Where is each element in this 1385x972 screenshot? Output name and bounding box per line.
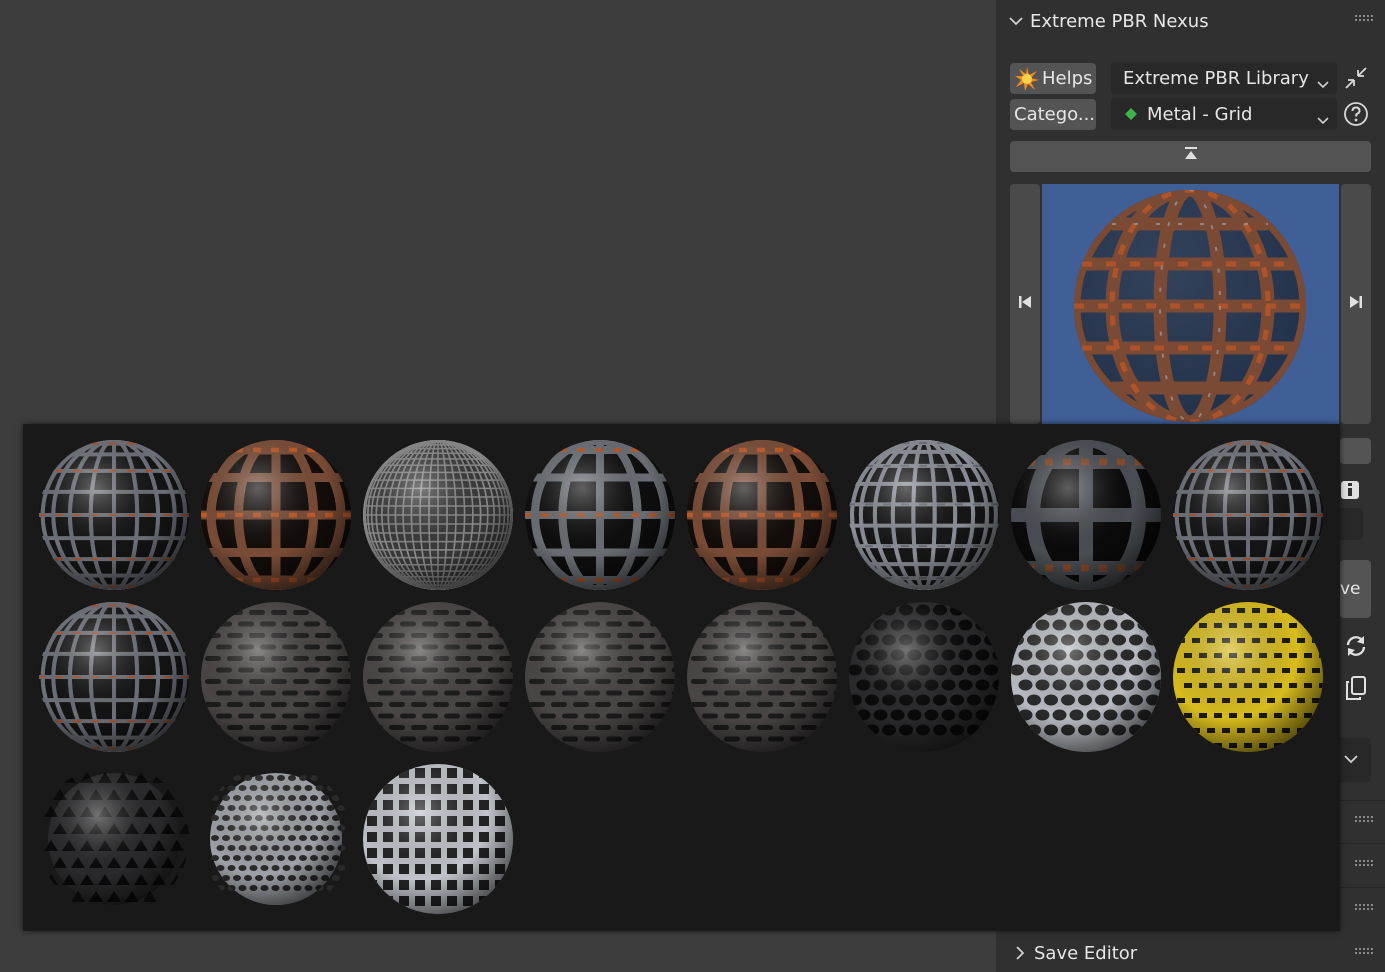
chevron-right-icon xyxy=(1012,945,1028,961)
skip-next-icon xyxy=(1348,294,1364,314)
chevron-down-icon[interactable] xyxy=(1008,13,1024,29)
material-thumbnail[interactable] xyxy=(1171,438,1325,592)
material-thumbnail[interactable] xyxy=(37,762,191,916)
chevron-down-icon xyxy=(1317,109,1329,125)
material-thumbnail[interactable] xyxy=(685,438,839,592)
material-thumbnail[interactable] xyxy=(1009,600,1163,754)
material-thumbnail[interactable] xyxy=(1171,600,1325,754)
next-button[interactable] xyxy=(1341,184,1371,424)
hidden-row-button[interactable] xyxy=(1340,438,1371,464)
category-dropdown[interactable]: Metal - Grid xyxy=(1111,98,1337,130)
drag-grip-icon[interactable] xyxy=(1355,948,1375,958)
material-thumbnail[interactable] xyxy=(1009,438,1163,592)
preview-area xyxy=(1010,184,1371,424)
help-circle-icon[interactable] xyxy=(1342,100,1370,128)
material-thumbnail[interactable] xyxy=(523,600,677,754)
panel-header[interactable]: Extreme PBR Nexus xyxy=(996,0,1385,42)
material-thumbnail[interactable] xyxy=(847,600,1001,754)
material-thumbnail[interactable] xyxy=(361,762,515,916)
material-thumbnail[interactable] xyxy=(361,600,515,754)
helps-button[interactable]: Helps xyxy=(1010,63,1096,94)
chevron-down-icon xyxy=(1317,73,1329,89)
category-label: Catego... xyxy=(1014,104,1096,125)
library-dropdown[interactable]: Extreme PBR Library xyxy=(1111,62,1337,94)
panel-title: Extreme PBR Nexus xyxy=(1030,10,1209,32)
drag-grip-icon[interactable] xyxy=(1355,860,1375,870)
material-thumbnail[interactable] xyxy=(685,600,839,754)
hidden-action-label: ve xyxy=(1340,579,1361,599)
library-value: Extreme PBR Library xyxy=(1123,67,1309,89)
material-thumbnail[interactable] xyxy=(37,438,191,592)
material-thumbnail[interactable] xyxy=(199,438,353,592)
diamond-icon xyxy=(1123,106,1139,122)
save-editor-title: Save Editor xyxy=(1034,942,1138,964)
previous-button[interactable] xyxy=(1010,184,1040,424)
collapse-arrows-icon[interactable] xyxy=(1342,64,1370,92)
category-value: Metal - Grid xyxy=(1147,103,1253,125)
spark-icon xyxy=(1014,66,1040,92)
skip-previous-icon xyxy=(1017,294,1033,314)
material-thumbnail[interactable] xyxy=(199,600,353,754)
scroll-top-button[interactable] xyxy=(1010,141,1371,172)
info-icon[interactable] xyxy=(1340,478,1362,502)
copy-icon[interactable] xyxy=(1342,674,1370,702)
material-thumbnail-popup xyxy=(23,424,1340,931)
hidden-dropdown[interactable] xyxy=(1340,738,1371,782)
material-thumbnail[interactable] xyxy=(523,438,677,592)
material-thumbnail[interactable] xyxy=(199,762,353,916)
arrow-to-top-icon xyxy=(1184,146,1198,167)
helps-label: Helps xyxy=(1042,68,1093,89)
hidden-action-button[interactable]: ve xyxy=(1340,560,1371,618)
drag-grip-icon[interactable] xyxy=(1355,816,1375,826)
save-editor-header[interactable]: Save Editor xyxy=(996,934,1385,972)
drag-grip-icon[interactable] xyxy=(1355,15,1375,25)
material-thumbnail[interactable] xyxy=(847,438,1001,592)
category-button[interactable]: Catego... xyxy=(1010,99,1096,130)
material-thumbnail[interactable] xyxy=(361,438,515,592)
drag-grip-icon[interactable] xyxy=(1355,904,1375,914)
material-preview-image[interactable] xyxy=(1042,184,1339,424)
hidden-input-field[interactable] xyxy=(1340,508,1363,540)
refresh-icon[interactable] xyxy=(1342,632,1370,660)
material-thumbnail[interactable] xyxy=(37,600,191,754)
